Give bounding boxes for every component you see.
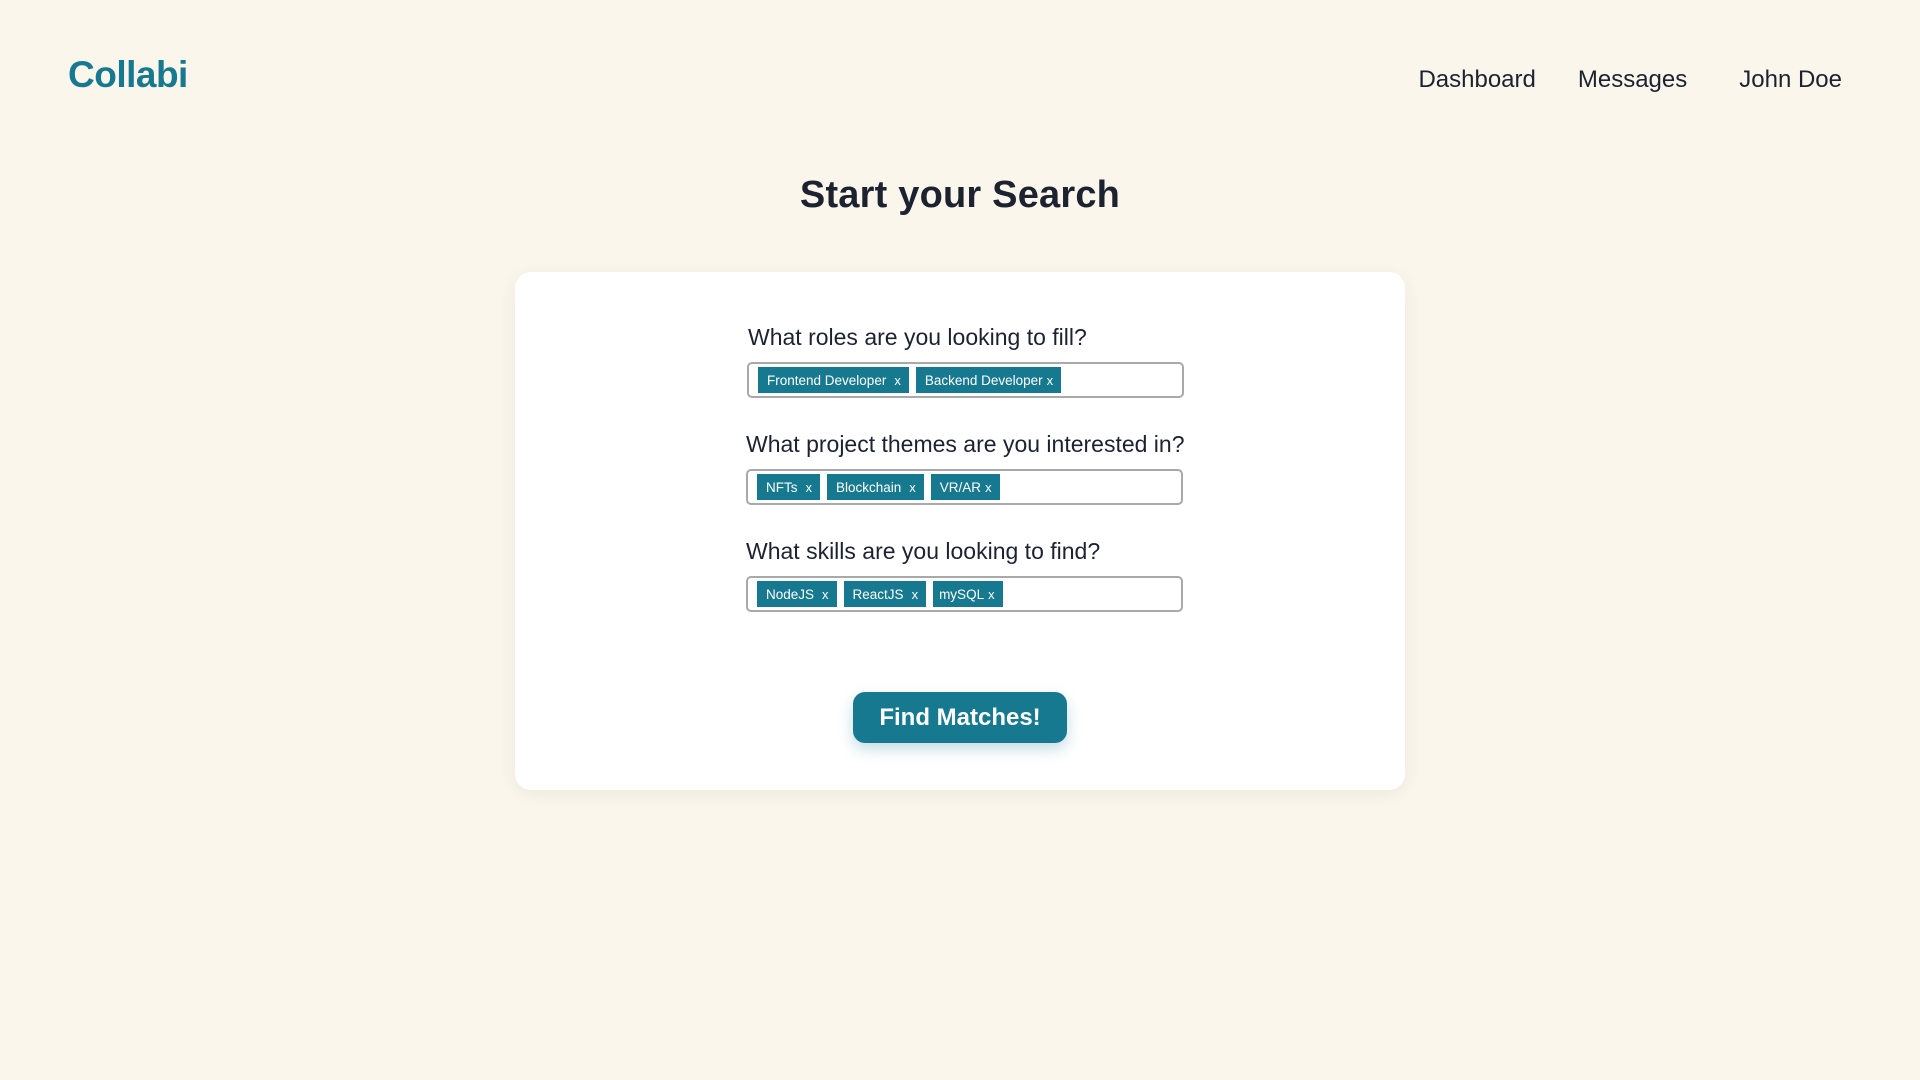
- role-tag-label: Frontend Developer: [767, 372, 887, 388]
- theme-tag-label: VR/AR: [939, 479, 982, 495]
- theme-tag: Blockchain x: [827, 474, 924, 500]
- roles-question-label: What roles are you looking to fill?: [748, 324, 1087, 350]
- remove-theme-tag-button[interactable]: x: [806, 480, 813, 495]
- skill-tag-label: mySQL: [939, 586, 985, 602]
- skill-tag: NodeJS x: [757, 581, 837, 607]
- skills-tag-input[interactable]: NodeJS x ReactJS x mySQL x: [746, 576, 1183, 612]
- app-logo[interactable]: Collabi: [68, 54, 188, 96]
- remove-skill-tag-button[interactable]: x: [822, 587, 829, 602]
- nav-messages-link[interactable]: Messages: [1578, 66, 1687, 94]
- role-tag: Frontend Developer x: [758, 367, 909, 393]
- search-page: Collabi Dashboard Messages John Doe Star…: [0, 0, 1920, 1080]
- page-title: Start your Search: [799, 174, 1121, 216]
- remove-skill-tag-button[interactable]: x: [912, 587, 919, 602]
- theme-tag: NFTs x: [757, 474, 820, 500]
- remove-role-tag-button[interactable]: x: [1047, 373, 1054, 388]
- nav-user-menu[interactable]: John Doe: [1739, 66, 1842, 94]
- role-tag-label: Backend Developer: [924, 372, 1043, 388]
- skill-tag-label: NodeJS: [766, 586, 815, 602]
- skill-tag: ReactJS x: [843, 581, 927, 607]
- remove-theme-tag-button[interactable]: x: [985, 480, 992, 495]
- remove-role-tag-button[interactable]: x: [894, 373, 901, 388]
- skill-tag-label: ReactJS: [852, 586, 904, 602]
- search-card: What roles are you looking to fill? Fron…: [515, 272, 1405, 790]
- roles-tag-input[interactable]: Frontend Developer x Backend Developer x: [747, 362, 1184, 398]
- theme-tag: VR/AR x: [930, 474, 1000, 500]
- top-nav: Dashboard Messages John Doe: [1376, 66, 1842, 94]
- nav-dashboard-link[interactable]: Dashboard: [1418, 66, 1535, 94]
- themes-question-label: What project themes are you interested i…: [746, 431, 1185, 457]
- skill-tag: mySQL x: [933, 581, 1003, 607]
- skills-question-label: What skills are you looking to find?: [746, 538, 1101, 564]
- remove-skill-tag-button[interactable]: x: [988, 587, 995, 602]
- theme-tag-label: Blockchain: [836, 479, 902, 495]
- theme-tag-label: NFTs: [766, 479, 798, 495]
- role-tag: Backend Developer x: [915, 367, 1062, 393]
- remove-theme-tag-button[interactable]: x: [909, 480, 916, 495]
- find-matches-button[interactable]: Find Matches!: [853, 692, 1067, 743]
- themes-tag-input[interactable]: NFTs x Blockchain x VR/AR x: [746, 469, 1183, 505]
